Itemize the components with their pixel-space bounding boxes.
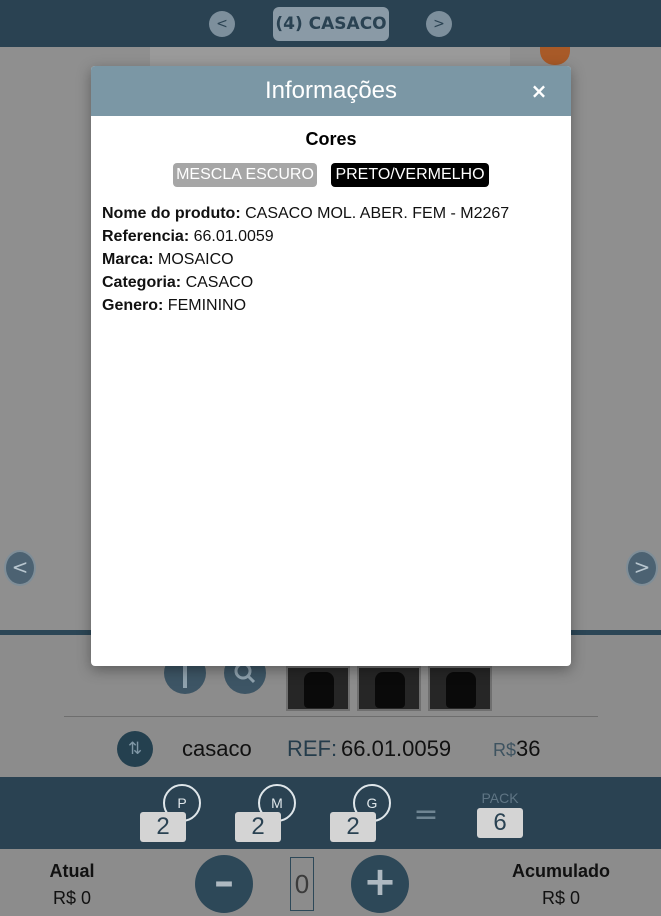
size-qty-m[interactable]: 2 (235, 812, 281, 842)
price-value: 36 (516, 736, 541, 761)
detail-row-name: Nome do produto: CASACO MOL. ABER. FEM -… (102, 202, 562, 225)
current-value: R$ 0 (52, 888, 92, 908)
product-details: Nome do produto: CASACO MOL. ABER. FEM -… (102, 202, 562, 317)
minus-icon: – (214, 859, 234, 905)
accumulated-value: R$ 0 (541, 888, 581, 908)
quantity-input[interactable]: 0 (290, 857, 314, 911)
detail-row-reference: Referencia: 66.01.0059 (102, 225, 562, 248)
detail-label: Marca: (102, 251, 154, 268)
pack-label: PACK (481, 790, 519, 806)
price-currency: R$ (493, 740, 517, 760)
swap-icon: ⇅ (127, 739, 143, 759)
info-divider (64, 716, 598, 717)
detail-row-brand: Marca: MOSAICO (102, 248, 562, 271)
model-hair (540, 47, 570, 65)
ref-label: REF: (287, 736, 338, 761)
close-button[interactable]: × (527, 78, 551, 104)
page-title: (4) CASACO (273, 7, 389, 41)
gallery-next-button[interactable]: > (626, 550, 658, 586)
ref-value: 66.01.0059 (341, 736, 452, 761)
detail-row-gender: Genero: FEMININO (102, 294, 562, 317)
detail-value: CASACO MOL. ABER. FEM - M2267 (245, 205, 510, 222)
close-icon: × (530, 79, 548, 103)
chevron-left-icon[interactable]: < (209, 11, 235, 37)
thumbnail-1[interactable] (286, 666, 350, 711)
detail-row-category: Categoria: CASACO (102, 271, 562, 294)
chevron-left-icon: < (11, 555, 29, 579)
size-qty-p[interactable]: 2 (140, 812, 186, 842)
modal-header: Informações × (91, 66, 571, 116)
size-qty-g[interactable]: 2 (330, 812, 376, 842)
detail-value: CASACO (185, 274, 254, 291)
detail-label: Genero: (102, 297, 164, 314)
decrease-button[interactable]: – (195, 855, 253, 913)
colors-heading: Cores (305, 129, 357, 149)
equals-sign: = (413, 797, 439, 832)
gallery-prev-button[interactable]: < (4, 550, 36, 586)
detail-value: FEMININO (167, 297, 247, 314)
chevron-right-icon: > (633, 555, 651, 579)
thumbnail-2[interactable] (357, 666, 421, 711)
product-name: casaco (182, 736, 252, 761)
color-option-preto-vermelho[interactable]: PRETO/VERMELHO (331, 163, 489, 187)
thumbnail-3[interactable] (428, 666, 492, 711)
detail-label: Referencia: (102, 228, 190, 245)
detail-value: 66.01.0059 (193, 228, 274, 245)
current-label: Atual (49, 861, 95, 881)
modal-title: Informações (264, 77, 398, 104)
color-option-mescla-escuro[interactable]: MESCLA ESCURO (173, 163, 317, 187)
next-glyph: > (433, 16, 445, 32)
pack-value: 6 (477, 808, 523, 838)
detail-label: Nome do produto: (102, 205, 241, 222)
swap-button[interactable]: ⇅ (117, 731, 153, 767)
accumulated-label: Acumulado (511, 861, 610, 881)
prev-glyph: < (216, 16, 228, 32)
info-modal: Informações × Cores MESCLA ESCURO PRETO/… (91, 66, 571, 666)
plus-icon: + (363, 859, 397, 905)
detail-value: MOSAICO (158, 251, 234, 268)
chevron-right-icon[interactable]: > (426, 11, 452, 37)
top-bar: < (4) CASACO > (0, 0, 661, 47)
increase-button[interactable]: + (351, 855, 409, 913)
detail-label: Categoria: (102, 274, 182, 291)
